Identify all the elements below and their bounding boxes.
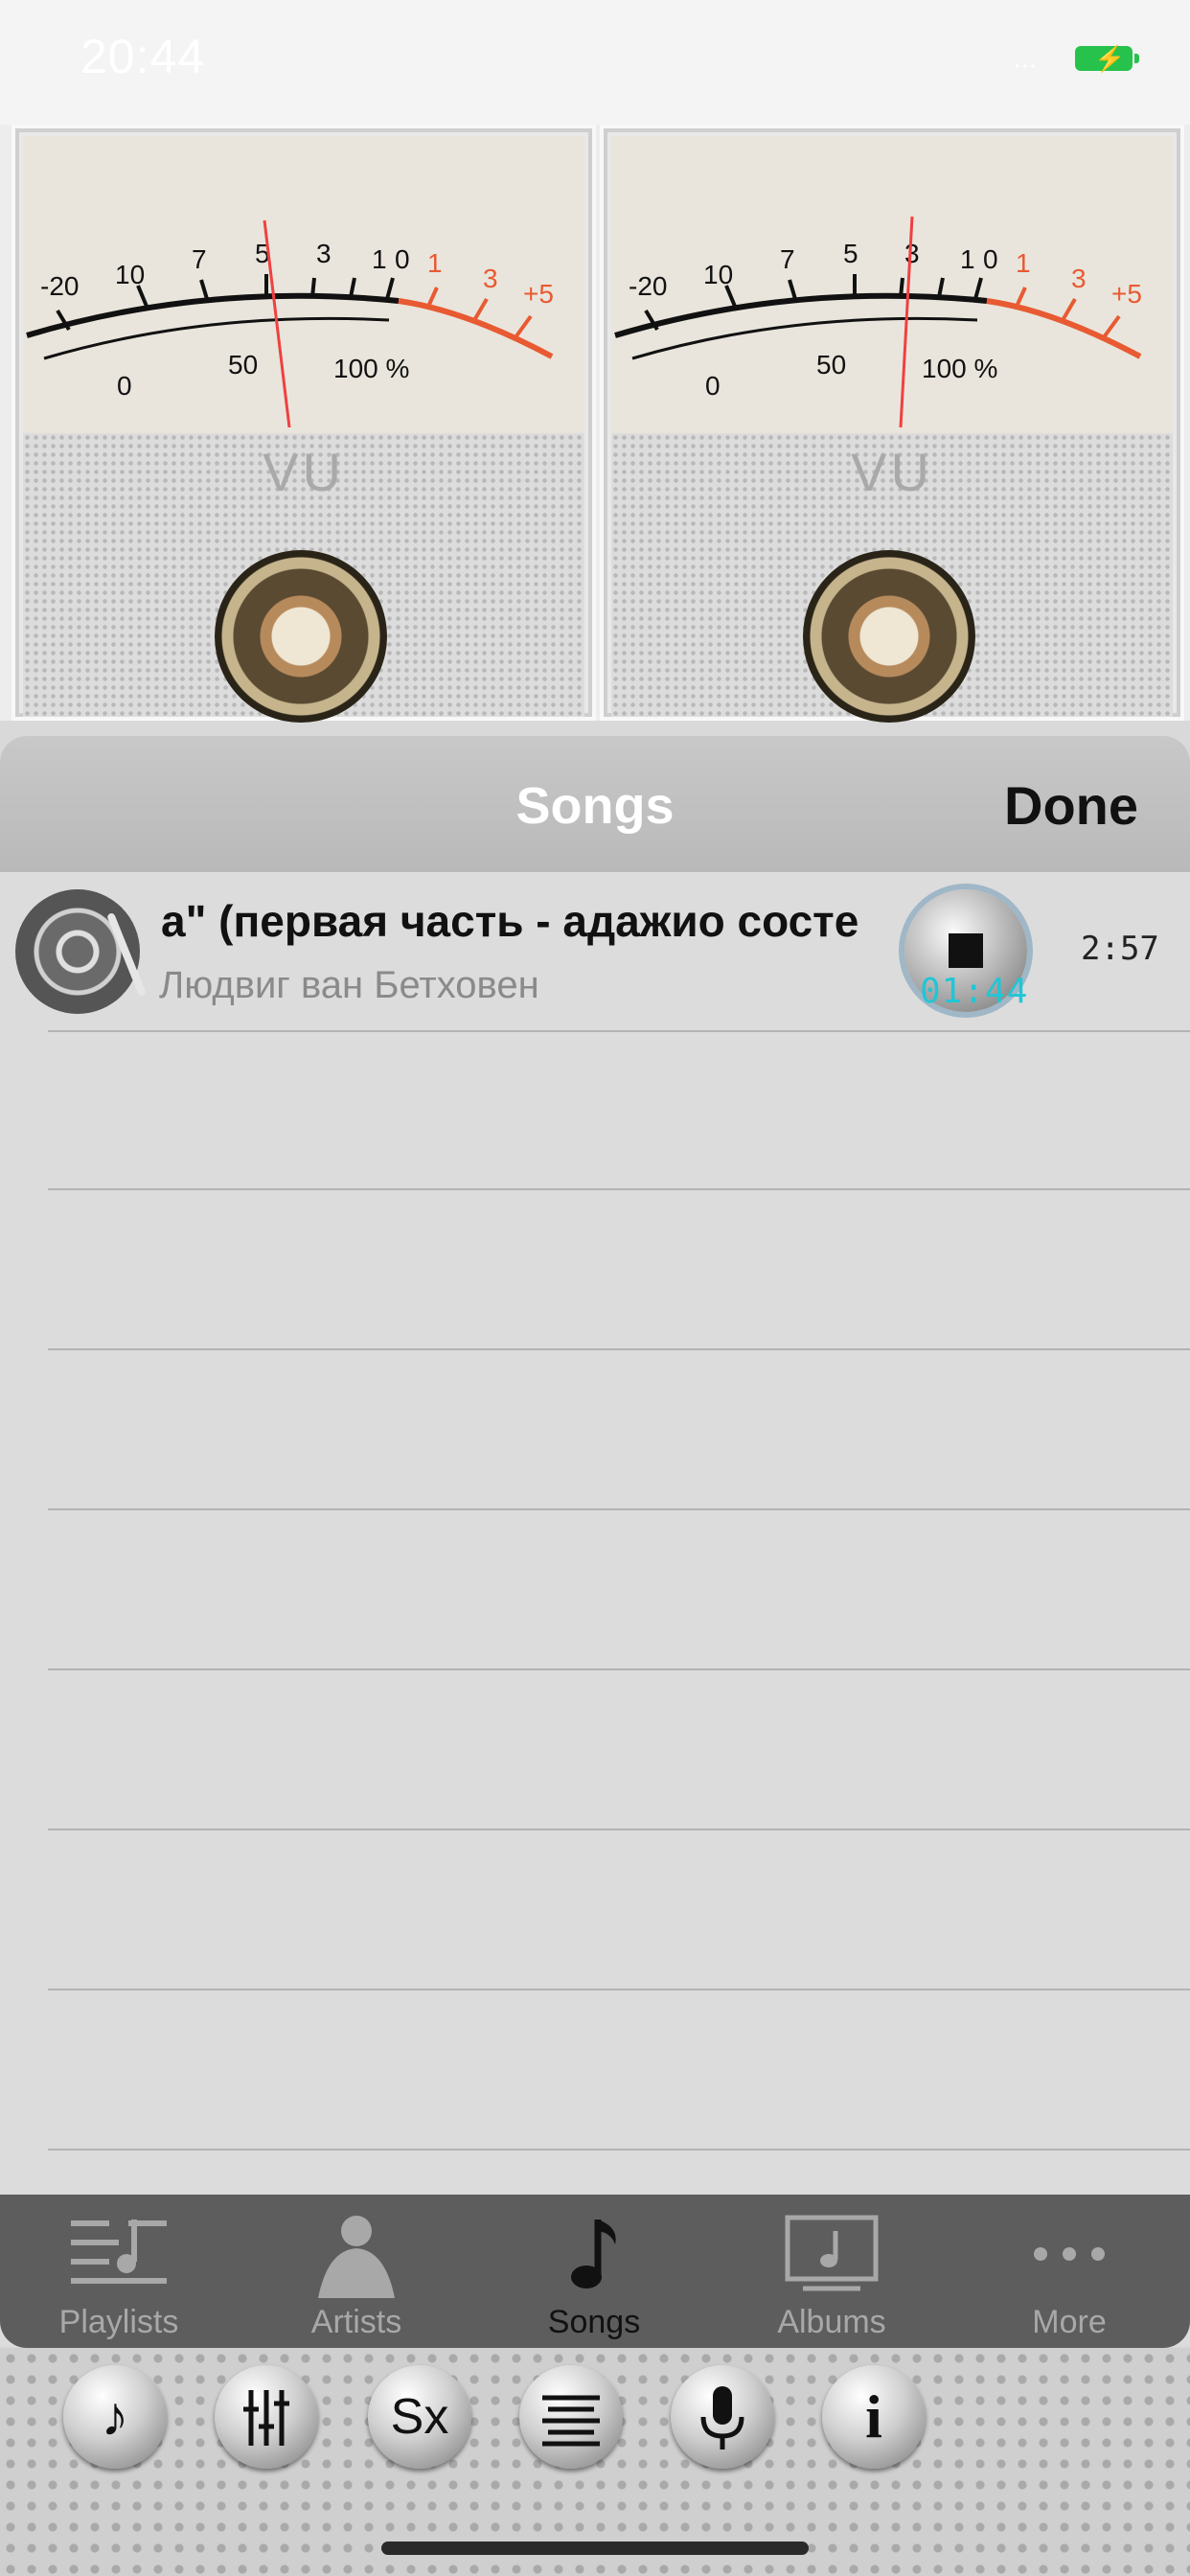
empty-row xyxy=(48,1670,1190,1830)
vu-percent-label: 0 xyxy=(117,371,132,401)
home-indicator[interactable] xyxy=(381,2542,809,2555)
stop-icon xyxy=(949,933,983,968)
tab-songs[interactable]: Songs xyxy=(475,2195,713,2348)
list-button[interactable] xyxy=(519,2365,623,2469)
song-duration: 2:57 xyxy=(1081,930,1159,968)
status-time: 20:44 xyxy=(80,30,206,83)
empty-row xyxy=(48,1990,1190,2150)
playlists-icon xyxy=(71,2220,167,2284)
tab-bar: Playlists Artists Songs Albums More xyxy=(0,2195,1190,2348)
vu-scale-left: -20 10 7 5 3 1 0 0 50 100 % 1 3 +5 xyxy=(23,136,584,435)
speaker-icon xyxy=(803,550,975,723)
vu-tick-label: 7 xyxy=(780,244,795,274)
battery-charging-icon: ⚡ xyxy=(1075,44,1139,73)
vu-tick-label: -20 xyxy=(40,271,79,301)
tab-more[interactable]: More xyxy=(950,2195,1190,2348)
signal-icon: ••• xyxy=(1015,59,1039,73)
empty-row xyxy=(48,1830,1190,1990)
vu-tick-label: 1 xyxy=(372,244,387,274)
vu-percent-label: 50 xyxy=(228,350,258,380)
tab-label: Playlists xyxy=(58,2304,179,2340)
song-artist: Людвиг ван Бетховен xyxy=(159,964,539,1006)
vu-tick-label: 10 xyxy=(115,260,145,289)
vu-meter-right: -20 10 7 5 3 1 0 0 50 100 % 1 3 +5 VU xyxy=(600,125,1184,723)
tab-playlists[interactable]: Playlists xyxy=(0,2195,238,2348)
microphone-button[interactable] xyxy=(671,2365,774,2469)
vu-meter-left: -20 10 7 5 3 1 0 0 50 100 % 1 3 +5 VU xyxy=(11,125,596,723)
songs-sheet: Songs Done а" (первая часть - адажио сос… xyxy=(0,736,1190,2346)
status-bar: 20:44 ••• ⚡ xyxy=(0,0,1190,125)
albums-icon xyxy=(785,2215,879,2291)
vu-tick-label: 3 xyxy=(316,239,332,268)
equalizer-button[interactable] xyxy=(215,2365,318,2469)
vu-tick-label-red: 3 xyxy=(483,264,498,293)
vu-percent-label: 100 % xyxy=(333,354,409,383)
vu-tick-label-red: 1 xyxy=(427,248,443,278)
tab-label: Albums xyxy=(777,2304,886,2340)
tab-albums[interactable]: Albums xyxy=(713,2195,950,2348)
vu-tick-label: 5 xyxy=(843,239,858,268)
vu-tick-label: 7 xyxy=(192,244,207,274)
vu-tick-label-red: +5 xyxy=(1111,279,1142,309)
tab-artists[interactable]: Artists xyxy=(238,2195,475,2348)
vu-meters: -20 10 7 5 3 1 0 0 50 100 % 1 3 +5 VU -2… xyxy=(0,125,1190,723)
turntable-icon xyxy=(15,889,147,1014)
elapsed-time: 01:44 xyxy=(920,972,1029,1011)
microphone-icon xyxy=(700,2386,744,2450)
music-note-icon: ♪ xyxy=(101,2385,129,2448)
song-title: а" (первая часть - адажио состе xyxy=(161,896,859,946)
tab-label: Artists xyxy=(310,2304,402,2340)
empty-row xyxy=(48,1190,1190,1350)
empty-row xyxy=(48,1030,1190,1190)
vu-tick-label-red: 3 xyxy=(1071,264,1087,293)
vu-label: VU xyxy=(263,442,345,502)
vu-label: VU xyxy=(851,442,933,502)
vu-tick-label: 1 xyxy=(960,244,975,274)
vu-percent-label: 100 % xyxy=(922,354,997,383)
vu-tick-label-red: +5 xyxy=(523,279,554,309)
tab-label: Songs xyxy=(547,2304,641,2340)
music-note-button[interactable]: ♪ xyxy=(63,2365,167,2469)
vu-tick-label-red: 1 xyxy=(1016,248,1031,278)
list-icon xyxy=(542,2395,600,2447)
artist-icon xyxy=(318,2216,395,2298)
speaker-icon xyxy=(215,550,387,723)
tab-label: More xyxy=(1032,2304,1107,2340)
vu-percent-label: 0 xyxy=(705,371,721,401)
done-button[interactable]: Done xyxy=(1004,774,1138,837)
vu-tick-label: 0 xyxy=(395,244,410,274)
more-icon xyxy=(1034,2247,1105,2261)
empty-row xyxy=(48,1350,1190,1510)
equalizer-icon xyxy=(243,2390,289,2446)
info-button[interactable]: i xyxy=(822,2365,926,2469)
sx-button[interactable]: Sx xyxy=(368,2365,471,2469)
music-note-icon xyxy=(571,2220,616,2288)
empty-row xyxy=(48,1510,1190,1670)
info-icon: i xyxy=(865,2382,882,2450)
sheet-header: Songs Done xyxy=(0,736,1190,872)
vu-percent-label: 50 xyxy=(816,350,846,380)
vu-scale-right: -20 10 7 5 3 1 0 0 50 100 % 1 3 +5 xyxy=(611,136,1173,435)
song-list[interactable]: а" (первая часть - адажио состе Людвиг в… xyxy=(0,872,1190,2150)
song-row[interactable]: а" (первая часть - адажио состе Людвиг в… xyxy=(0,872,1190,1032)
vu-tick-label: -20 xyxy=(629,271,667,301)
vu-tick-label: 0 xyxy=(983,244,998,274)
sx-label: Sx xyxy=(390,2389,449,2445)
vu-tick-label: 10 xyxy=(703,260,733,289)
